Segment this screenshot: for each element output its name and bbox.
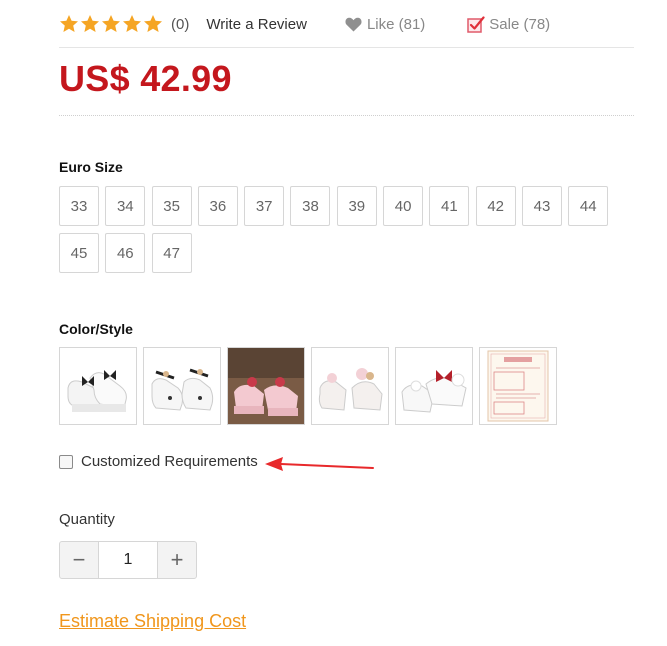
customized-checkbox[interactable] — [59, 454, 73, 469]
sale-label: Sale (78) — [489, 15, 551, 33]
quantity-stepper: − + — [59, 541, 197, 579]
size-option-33[interactable]: 33 — [59, 186, 99, 226]
color-style-options — [59, 347, 557, 425]
euro-size-label: Euro Size — [59, 159, 123, 175]
arrow-icon — [265, 457, 374, 471]
size-option-37[interactable]: 37 — [244, 186, 285, 226]
size-option-47[interactable]: 47 — [151, 233, 192, 273]
like-button[interactable]: Like (81) — [345, 16, 425, 33]
size-option-45[interactable]: 45 — [59, 233, 99, 273]
rating-count: (0) — [171, 15, 190, 33]
size-option-35[interactable]: 35 — [151, 186, 192, 226]
star-icon — [81, 15, 99, 32]
size-option-40[interactable]: 40 — [383, 186, 424, 226]
quantity-label: Quantity — [59, 511, 115, 528]
write-review-link[interactable]: Write a Review — [206, 16, 307, 33]
price: US$ 42.99 — [59, 58, 232, 99]
card-image — [487, 350, 549, 422]
shoe-image — [151, 368, 214, 411]
size-option-44[interactable]: 44 — [568, 186, 609, 226]
shoe-image — [228, 348, 304, 424]
star-icon — [144, 15, 162, 32]
size-option-41[interactable]: 41 — [429, 186, 470, 226]
size-option-38[interactable]: 38 — [290, 186, 331, 226]
shoe-image — [401, 370, 467, 413]
divider-dotted — [59, 115, 634, 116]
size-options: 33 34 35 36 37 38 39 40 41 42 43 44 45 46 47 — [59, 186, 619, 273]
size-option-36[interactable]: 36 — [197, 186, 238, 226]
quantity-input[interactable] — [98, 542, 158, 578]
style-swatch-pink-photo[interactable] — [227, 347, 305, 425]
heart-icon — [345, 17, 362, 31]
customized-label: Customized Requirements — [81, 453, 258, 470]
quantity-minus-button[interactable]: − — [60, 542, 98, 578]
shoe-image — [67, 370, 127, 412]
star-icon — [60, 15, 78, 32]
style-swatch-white-pink-bow[interactable] — [311, 347, 389, 425]
customized-requirements-row[interactable]: Customized Requirements — [59, 453, 258, 470]
star-icon — [102, 15, 120, 32]
size-option-39[interactable]: 39 — [336, 186, 377, 226]
like-label: Like (81) — [366, 15, 426, 33]
divider — [59, 47, 634, 48]
shoe-image — [318, 368, 383, 411]
estimate-shipping-link[interactable]: Estimate Shipping Cost — [59, 611, 246, 632]
style-swatch-white-black-bows[interactable] — [59, 347, 137, 425]
rating-stars — [59, 14, 163, 34]
quantity-plus-button[interactable]: + — [158, 542, 196, 578]
sale-indicator: Sale (78) — [467, 16, 550, 33]
style-swatch-white-red-bow[interactable] — [395, 347, 473, 425]
size-option-34[interactable]: 34 — [105, 186, 146, 226]
checkbox-check-icon — [467, 15, 485, 33]
product-meta-row: (0) Write a Review Like (81) Sale (78) — [59, 10, 634, 38]
size-option-42[interactable]: 42 — [475, 186, 516, 226]
size-option-43[interactable]: 43 — [521, 186, 562, 226]
style-swatch-customization-card[interactable] — [479, 347, 557, 425]
color-style-label: Color/Style — [59, 321, 133, 337]
size-option-46[interactable]: 46 — [105, 233, 146, 273]
star-icon — [123, 15, 141, 32]
style-swatch-white-black-strap[interactable] — [143, 347, 221, 425]
